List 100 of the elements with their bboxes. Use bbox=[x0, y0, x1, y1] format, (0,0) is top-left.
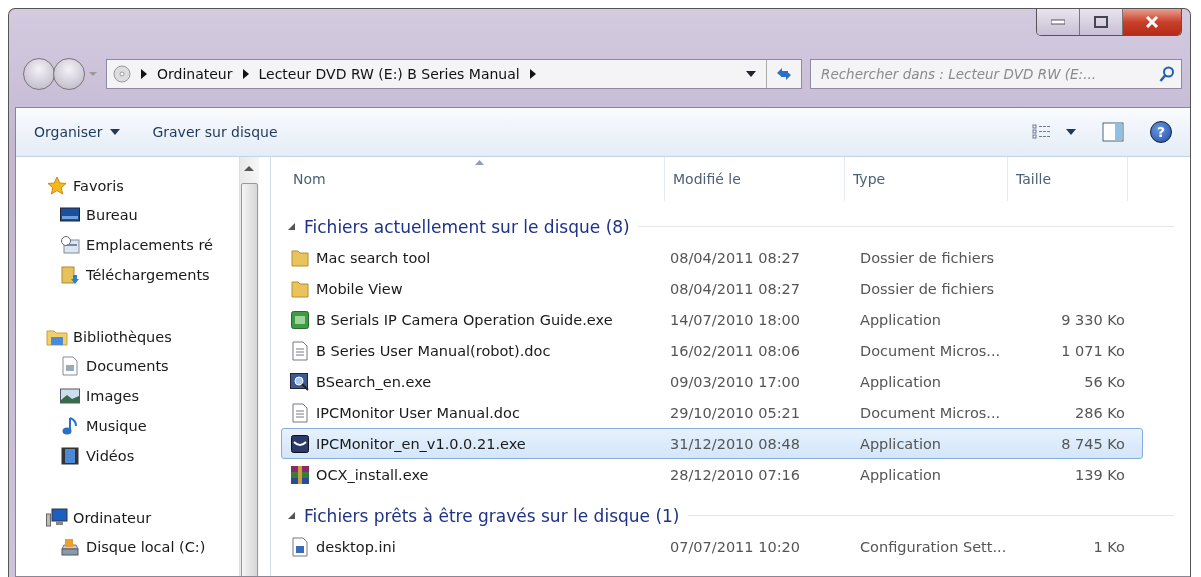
size-cell-text: 8 745 Ko bbox=[1060, 435, 1125, 452]
close-button[interactable] bbox=[1122, 9, 1181, 35]
collapse-arrow-icon[interactable] bbox=[287, 222, 296, 231]
file-name: IPCMonitor_en_v1.0.0.21.exe bbox=[316, 435, 526, 452]
breadcrumb-item[interactable]: Lecteur DVD RW (E:) B Series Manual bbox=[258, 66, 520, 82]
settings-file-icon bbox=[291, 536, 309, 557]
size-cell-text: 286 Ko bbox=[1074, 404, 1125, 421]
file-name: desktop.ini bbox=[316, 538, 396, 555]
collapse-arrow-icon[interactable] bbox=[287, 511, 296, 520]
maximize-button[interactable] bbox=[1079, 9, 1122, 35]
monitor-icon bbox=[60, 207, 80, 223]
nav-item[interactable]: Disque local (C:) bbox=[46, 532, 239, 562]
file-row[interactable]: BSearch_en.exe 09/03/2010 17:00 Application 56 Ko bbox=[281, 366, 1143, 397]
chevron-icon[interactable] bbox=[529, 69, 536, 79]
date-cell-text: 09/03/2010 17:00 bbox=[669, 373, 801, 390]
folder-download-icon bbox=[60, 265, 80, 285]
size-cell-text: 1 Ko bbox=[1092, 538, 1125, 555]
refresh-icon bbox=[775, 66, 793, 82]
nav-item[interactable]: Bureau bbox=[46, 200, 239, 230]
date-cell-text: 08/04/2011 08:27 bbox=[669, 280, 801, 297]
type-cell-text: Application bbox=[859, 373, 943, 390]
file-name: OCX_install.exe bbox=[316, 466, 429, 483]
nav-item[interactable]: Vidéos bbox=[46, 441, 239, 471]
help-button[interactable]: ? bbox=[1150, 121, 1172, 143]
eye-window-icon bbox=[291, 434, 309, 453]
type-cell-text: Application bbox=[859, 311, 943, 328]
date-cell-text: 29/10/2010 05:21 bbox=[669, 404, 801, 421]
date-cell-text: 31/12/2010 08:48 bbox=[669, 435, 801, 452]
nav-group[interactable]: Bibliothèques bbox=[46, 322, 239, 351]
group-title: Fichiers prêts à être gravés sur le disque (1) bbox=[304, 505, 680, 526]
group-header[interactable]: Fichiers actuellement sur le disque (8) bbox=[287, 211, 1190, 242]
file-name: Mobile View bbox=[316, 280, 403, 297]
search-icon bbox=[1159, 66, 1175, 82]
app-icon bbox=[291, 310, 309, 329]
nav-item[interactable]: Documents bbox=[46, 351, 239, 381]
file-name: Mac search tool bbox=[316, 249, 431, 266]
file-row[interactable]: B Serials IP Camera Operation Guide.exe 14/07/2010 18:00 Application 9 330 Ko bbox=[281, 304, 1143, 335]
date-cell-text: 28/12/2010 07:16 bbox=[669, 466, 801, 483]
box-stack-icon bbox=[290, 464, 310, 485]
scroll-thumb[interactable] bbox=[241, 183, 258, 576]
scrollbar[interactable] bbox=[239, 157, 259, 576]
caret-icon bbox=[88, 71, 98, 77]
scroll-up-icon[interactable] bbox=[244, 165, 254, 171]
toolbar-button[interactable]: Graver sur disque bbox=[152, 124, 278, 140]
address-bar[interactable]: Ordinateur Lecteur DVD RW (E:) B Series Manual bbox=[106, 59, 802, 89]
chevron-icon[interactable] bbox=[141, 69, 147, 79]
history-dropdown-icon[interactable] bbox=[746, 71, 756, 77]
column-header[interactable]: Nom bbox=[285, 157, 665, 201]
search-field[interactable]: Rechercher dans : Lecteur DVD RW (E:... bbox=[810, 59, 1182, 89]
nav-item[interactable]: Musique bbox=[46, 411, 239, 441]
date-cell-text: 08/04/2011 08:27 bbox=[669, 249, 801, 266]
file-name: IPCMonitor User Manual.doc bbox=[316, 404, 520, 421]
search-input[interactable]: Rechercher dans : Lecteur DVD RW (E:... bbox=[821, 66, 1159, 82]
size-cell-text: 56 Ko bbox=[1083, 373, 1125, 390]
size-cell-text: 9 330 Ko bbox=[1060, 311, 1125, 328]
breadcrumb-item[interactable]: Ordinateur bbox=[157, 66, 233, 82]
hard-drive-icon bbox=[60, 537, 80, 557]
library-folder-icon bbox=[46, 327, 68, 346]
clock-window-icon bbox=[60, 236, 80, 254]
view-options-icon[interactable] bbox=[1032, 124, 1052, 140]
landscape-picture-icon bbox=[60, 388, 80, 404]
nav-group[interactable]: Favoris bbox=[46, 171, 239, 200]
type-cell-text: Dossier de fichiers bbox=[859, 280, 996, 297]
document-icon bbox=[61, 356, 79, 376]
nav-group[interactable]: Ordinateur bbox=[46, 503, 239, 532]
file-row[interactable]: B Series User Manual(robot).doc 16/02/2011 08:06 Document Micros... 1 071 Ko bbox=[281, 335, 1143, 366]
group-header[interactable]: Fichiers prêts à être gravés sur le disque (1) bbox=[287, 500, 1190, 531]
type-cell-text: Document Micros... bbox=[859, 342, 1002, 359]
nav-item[interactable]: Emplacements ré bbox=[46, 230, 239, 260]
size-cell-text: 1 071 Ko bbox=[1060, 342, 1125, 359]
file-row[interactable]: desktop.ini 07/07/2011 10:20 Configuration Sett... 1 Ko bbox=[281, 531, 1143, 562]
file-row[interactable]: OCX_install.exe 28/12/2010 07:16 Application 139 Ko bbox=[281, 459, 1143, 490]
type-cell-text: Application bbox=[859, 466, 943, 483]
folder-icon bbox=[291, 279, 309, 298]
file-row[interactable]: IPCMonitor_en_v1.0.0.21.exe 31/12/2010 08:48 Application 8 745 Ko bbox=[281, 428, 1143, 459]
column-header[interactable]: Type bbox=[845, 157, 1008, 201]
date-cell-text: 16/02/2011 08:06 bbox=[669, 342, 801, 359]
magnifier-window-icon bbox=[290, 372, 310, 391]
minimize-icon bbox=[1051, 19, 1065, 25]
size-cell-text: 139 Ko bbox=[1074, 466, 1125, 483]
caret-icon[interactable] bbox=[1066, 129, 1076, 135]
file-row[interactable]: Mobile View 08/04/2011 08:27 Dossier de fichiers bbox=[281, 273, 1143, 304]
type-cell-text: Document Micros... bbox=[859, 404, 1002, 421]
back-button[interactable] bbox=[23, 58, 55, 90]
chevron-icon[interactable] bbox=[242, 69, 249, 79]
toolbar-button[interactable]: Organiser bbox=[34, 124, 121, 140]
column-header[interactable]: Taille bbox=[1008, 157, 1128, 201]
type-cell-text: Application bbox=[859, 435, 943, 452]
file-name: B Serials IP Camera Operation Guide.exe bbox=[316, 311, 613, 328]
computer-icon bbox=[46, 507, 68, 528]
file-row[interactable]: Mac search tool 08/04/2011 08:27 Dossier de fichiers bbox=[281, 242, 1143, 273]
film-strip-icon bbox=[61, 447, 79, 465]
group-title: Fichiers actuellement sur le disque (8) bbox=[304, 216, 630, 237]
text-document-icon bbox=[291, 402, 309, 423]
column-header[interactable]: Modifié le bbox=[665, 157, 845, 201]
file-row[interactable]: IPCMonitor User Manual.doc 29/10/2010 05:21 Document Micros... 286 Ko bbox=[281, 397, 1143, 428]
nav-item[interactable]: Téléchargements bbox=[46, 260, 239, 290]
forward-button[interactable] bbox=[53, 58, 85, 90]
file-name: B Series User Manual(robot).doc bbox=[316, 342, 551, 359]
nav-item[interactable]: Images bbox=[46, 381, 239, 411]
